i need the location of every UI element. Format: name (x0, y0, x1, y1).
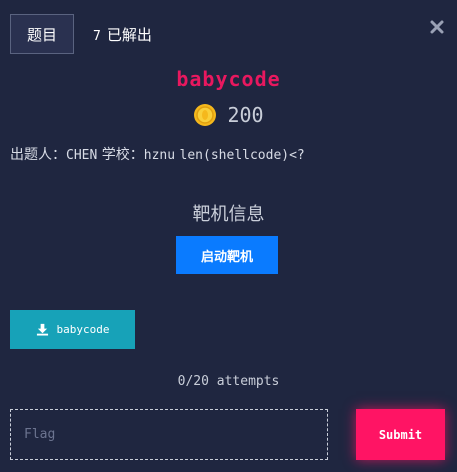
coin-icon (194, 104, 217, 126)
submit-button[interactable]: Submit (356, 409, 445, 460)
solved-count: 7 (93, 29, 101, 44)
challenge-modal: 题目 7 已解出 babycode 200 出题人：CHEN 学校：hznu le… (0, 0, 457, 472)
close-icon[interactable] (429, 19, 445, 35)
flag-input[interactable] (10, 409, 328, 460)
download-icon (36, 323, 48, 336)
attempts-counter: 0/20 attempts (177, 374, 280, 389)
solved-label: 已解出 (106, 26, 152, 44)
download-attachment-button[interactable]: babycode (10, 310, 135, 349)
school-prefix: 学校： (101, 147, 144, 163)
points-value: 200 (227, 103, 264, 127)
tab-challenge[interactable]: 题目 (10, 14, 74, 54)
submit-label: Submit (378, 427, 423, 442)
download-label: babycode (56, 323, 110, 336)
author-prefix: 出题人： (10, 147, 66, 163)
start-target-button[interactable]: 启动靶机 (176, 236, 278, 274)
solved-counter[interactable]: 7 已解出 (93, 24, 152, 45)
tab-challenge-label: 题目 (26, 25, 57, 44)
school-name: hznu (143, 148, 176, 163)
challenge-title: babycode (176, 67, 281, 91)
target-heading: 靶机信息 (192, 204, 265, 225)
challenge-hint: len(shellcode)<? (179, 148, 305, 163)
author-line: 出题人：CHEN 学校：hznu len(shellcode)<? (10, 144, 305, 164)
points-display: 200 (0, 103, 457, 127)
author-name: CHEN (66, 148, 98, 163)
start-target-label: 启动靶机 (200, 249, 253, 265)
